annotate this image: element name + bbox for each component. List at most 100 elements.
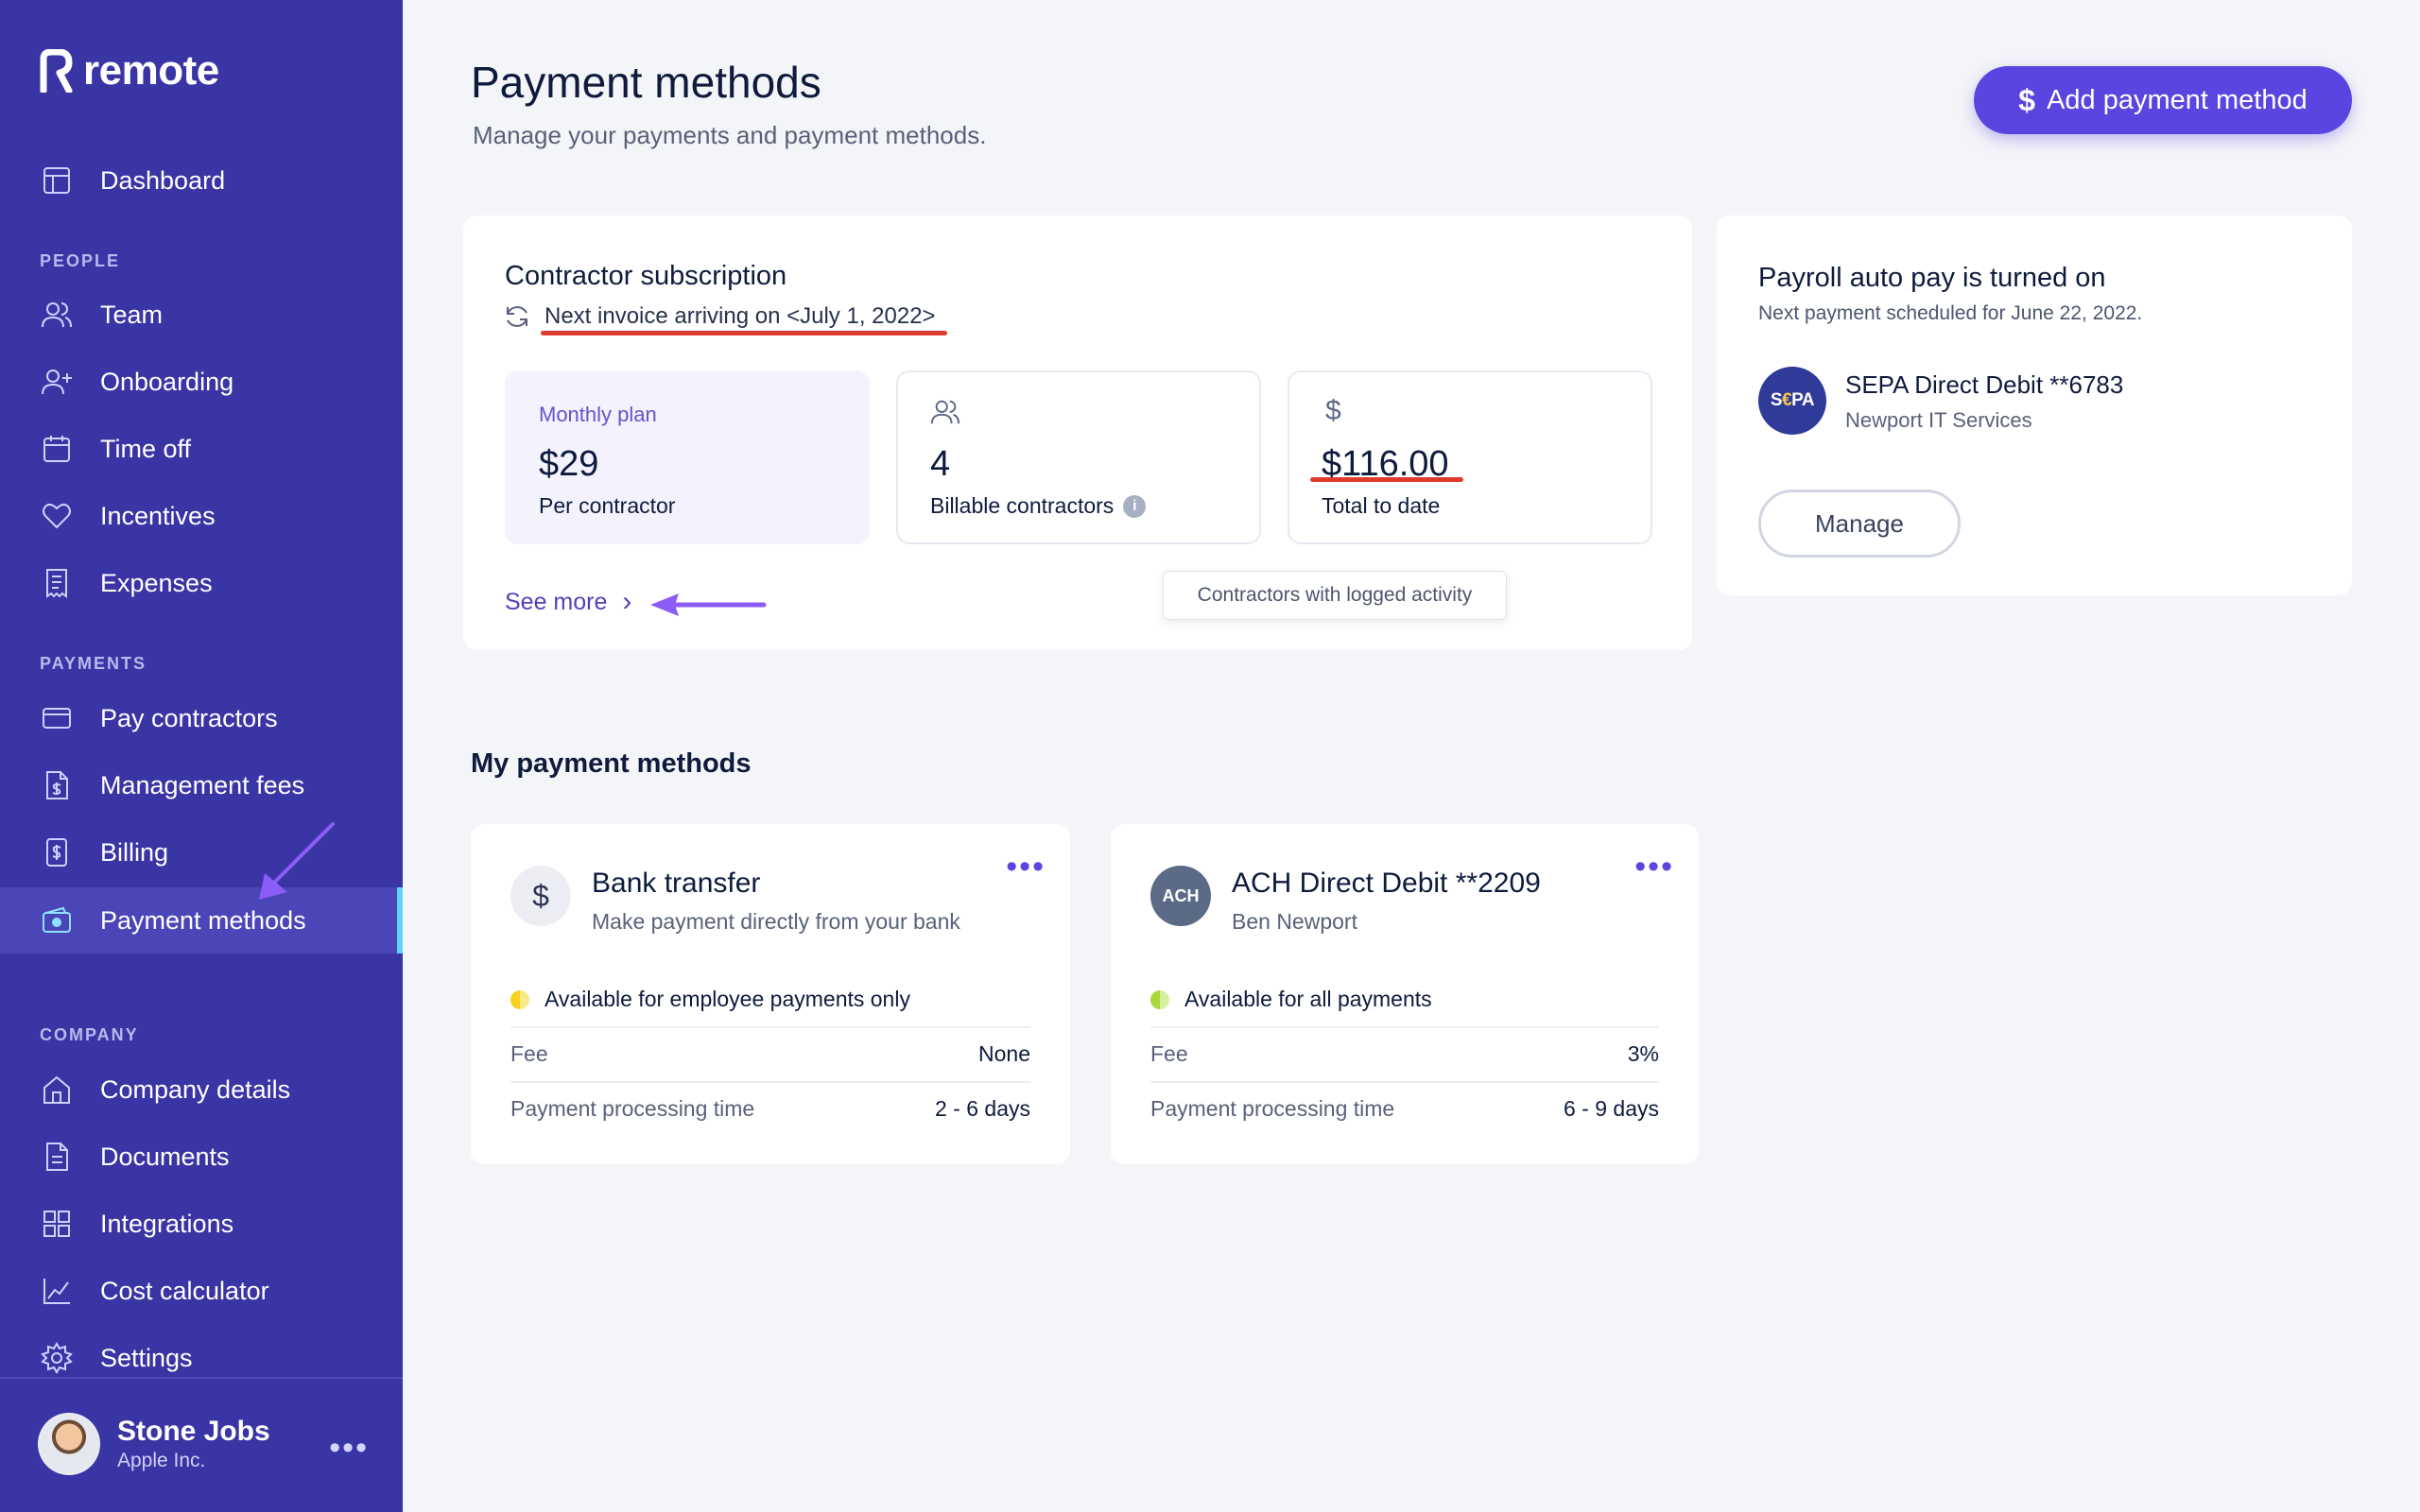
plan-caption: Per contractor — [539, 493, 676, 518]
sidebar-item-integrations[interactable]: Integrations — [0, 1191, 403, 1257]
sidebar-item-label: Billing — [100, 837, 169, 867]
sidebar-item-onboarding[interactable]: Onboarding — [0, 349, 403, 415]
brand-name: remote — [83, 47, 219, 94]
heart-icon — [40, 499, 74, 533]
document-icon — [40, 1140, 74, 1174]
payment-method-name: Bank transfer — [592, 868, 761, 899]
payroll-auto-pay-card: Payroll auto pay is turned on Next payme… — [1717, 215, 2352, 595]
sepa-logo-euro: € — [1782, 390, 1792, 410]
user-plus-icon — [40, 365, 74, 399]
sidebar-item-time-off[interactable]: Time off — [0, 416, 403, 482]
sidebar-item-incentives[interactable]: Incentives — [0, 483, 403, 549]
more-icon[interactable]: ••• — [329, 1430, 369, 1467]
document-dollar-icon — [40, 768, 74, 802]
add-payment-method-button[interactable]: $ Add payment method — [1974, 66, 2352, 134]
availability-text: Available for employee payments only — [544, 987, 910, 1011]
info-icon[interactable]: i — [1123, 494, 1147, 518]
sidebar-item-payment-methods[interactable]: Payment methods — [0, 887, 403, 954]
fee-value: 3% — [1627, 1040, 1659, 1066]
availability-status: Available for all payments — [1150, 987, 1432, 1012]
see-more-label: See more — [505, 588, 608, 615]
total-to-date-stat: $ $116.00 Total to date — [1288, 370, 1652, 544]
chevron-right-icon: › — [622, 586, 632, 617]
fee-row: Fee 3% — [1150, 1026, 1659, 1079]
next-invoice: Next invoice arriving on <July 1, 2022> — [503, 302, 936, 331]
sidebar-item-settings[interactable]: Settings — [0, 1325, 403, 1391]
next-invoice-text: Next invoice arriving on <July 1, 2022> — [544, 303, 936, 329]
status-dot-icon — [510, 989, 529, 1009]
home-icon — [40, 1073, 74, 1107]
sidebar-item-management-fees[interactable]: Management fees — [0, 752, 403, 818]
sidebar-item-expenses[interactable]: Expenses — [0, 550, 403, 616]
fee-label: Fee — [510, 1040, 548, 1066]
section-label-people: PEOPLE — [40, 251, 121, 270]
payroll-method-name: SEPA Direct Debit **6783 — [1845, 370, 2124, 399]
billable-caption-text: Billable contractors — [930, 493, 1115, 518]
sepa-logo-pa: PA — [1791, 390, 1815, 410]
annotation-underline — [1310, 477, 1463, 482]
sidebar-item-company-details[interactable]: Company details — [0, 1057, 403, 1123]
sidebar-item-label: Expenses — [100, 568, 213, 597]
my-payment-methods-title: My payment methods — [471, 748, 752, 779]
user-profile[interactable]: Stone Jobs Apple Inc. ••• — [38, 1413, 369, 1475]
remote-logo-icon — [40, 49, 73, 93]
sidebar-item-team[interactable]: Team — [0, 282, 403, 348]
sidebar-item-label: Time off — [100, 434, 192, 463]
processing-time-value: 6 - 9 days — [1564, 1095, 1659, 1121]
processing-time-label: Payment processing time — [1150, 1095, 1395, 1121]
fee-label: Fee — [1150, 1040, 1188, 1066]
more-options-icon[interactable]: ••• — [1634, 849, 1674, 885]
payroll-title: Payroll auto pay is turned on — [1758, 263, 2106, 293]
avatar — [38, 1413, 100, 1475]
sidebar-item-label: Management fees — [100, 770, 305, 799]
processing-time-label: Payment processing time — [510, 1095, 755, 1121]
refresh-icon — [507, 306, 527, 327]
more-options-icon[interactable]: ••• — [1006, 849, 1046, 885]
sidebar-item-cost-calculator[interactable]: Cost calculator — [0, 1258, 403, 1324]
contractor-subscription-card: Contractor subscription Next invoice arr… — [463, 215, 1692, 650]
availability-text: Available for all payments — [1184, 987, 1432, 1011]
add-payment-method-label: Add payment method — [2047, 84, 2308, 115]
billable-caption: Billable contractors i — [930, 493, 1147, 519]
subscription-title: Contractor subscription — [505, 261, 787, 291]
processing-time-row: Payment processing time 6 - 9 days — [1150, 1081, 1659, 1134]
sidebar-item-billing[interactable]: Billing — [0, 819, 403, 885]
sepa-logo: S € PA — [1758, 367, 1826, 435]
team-icon — [40, 298, 74, 332]
sidebar-item-pay-contractors[interactable]: Pay contractors — [0, 685, 403, 751]
see-more-link[interactable]: See more › — [505, 586, 631, 618]
dashboard-icon — [40, 163, 74, 198]
section-label-payments: PAYMENTS — [40, 654, 147, 673]
payment-method-card-ach[interactable]: ACH ACH Direct Debit **2209 Ben Newport … — [1111, 824, 1699, 1164]
calendar-icon — [40, 432, 74, 466]
payroll-method-org: Newport IT Services — [1845, 408, 2032, 432]
plan-value: $29 — [539, 444, 599, 484]
manage-button[interactable]: Manage — [1758, 490, 1961, 558]
processing-time-value: 2 - 6 days — [935, 1095, 1030, 1121]
gear-icon — [40, 1341, 74, 1375]
sidebar-item-dashboard[interactable]: Dashboard — [0, 147, 403, 214]
sidebar-item-label: Cost calculator — [100, 1276, 269, 1305]
page-title: Payment methods — [471, 58, 821, 107]
sidebar-item-documents[interactable]: Documents — [0, 1124, 403, 1190]
user-name: Stone Jobs — [117, 1416, 270, 1447]
sidebar-item-label: Settings — [100, 1343, 193, 1372]
total-caption: Total to date — [1322, 493, 1441, 518]
section-label-company: COMPANY — [40, 1025, 139, 1044]
plan-label: Monthly plan — [539, 403, 657, 426]
remote-logo[interactable]: remote — [38, 47, 219, 94]
sidebar-item-label: Team — [100, 300, 164, 329]
sidebar-item-label: Pay contractors — [100, 703, 278, 732]
sidebar-item-label: Company details — [100, 1074, 291, 1104]
grid-icon — [40, 1207, 74, 1241]
annotation-underline — [541, 331, 947, 335]
payment-method-card-bank-transfer[interactable]: $ Bank transfer Make payment directly fr… — [471, 824, 1070, 1164]
billable-contractors-stat: 4 Billable contractors i — [896, 370, 1261, 544]
user-org: Apple Inc. — [117, 1450, 206, 1471]
sepa-logo-s: S — [1770, 390, 1783, 410]
payroll-subtitle: Next payment scheduled for June 22, 2022… — [1758, 302, 2143, 324]
billable-value: 4 — [930, 444, 951, 484]
sidebar-item-label: Incentives — [100, 501, 216, 530]
wallet-icon — [40, 903, 74, 937]
fee-row: Fee None — [510, 1026, 1030, 1079]
